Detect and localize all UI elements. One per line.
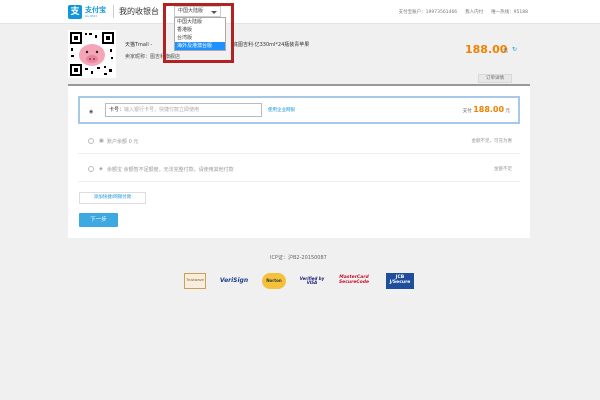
- yuebao-note: 金额不足: [494, 167, 512, 172]
- wallet-icon: ▣: [99, 138, 104, 144]
- region-option-taiwan[interactable]: 台湾版: [175, 34, 225, 42]
- alipay-logo-icon: 支: [68, 5, 82, 19]
- region-selected-value: 中国大陆版: [178, 8, 204, 14]
- selected-radio-icon[interactable]: ◉: [89, 109, 93, 115]
- balance-note: 金额不足，可充为惠: [471, 139, 513, 144]
- trustwave-badge: Trustwave: [184, 273, 206, 289]
- refresh-icon[interactable]: ↻: [512, 46, 517, 53]
- verified-by-visa-badge: Verified by VISA: [299, 275, 325, 285]
- pay-amount: 支付 188.00 元: [463, 105, 510, 114]
- region-select[interactable]: 中国大陆版: [174, 6, 221, 17]
- card-number-input[interactable]: 卡号：输入银行卡号，快捷付款立即使用: [105, 103, 262, 117]
- balance-radio[interactable]: [88, 138, 94, 144]
- chevron-down-icon: [211, 11, 217, 14]
- pay-unit: 元: [505, 109, 511, 114]
- pay-amount-value: 188.00: [473, 105, 505, 114]
- verisign-badge: VeriSign: [219, 276, 249, 284]
- bank-card-row[interactable]: ◉ 卡号：输入银行卡号，快捷付款立即使用 使用企业网银 支付 188.00 元: [78, 96, 520, 124]
- norton-badge: Norton: [262, 273, 286, 289]
- order-name-prefix: 天猫Tmall -: [125, 42, 153, 48]
- hotline-text: 唯一热线：95188: [491, 10, 528, 15]
- yuebao-radio[interactable]: [88, 166, 94, 172]
- order-amount-unit: 元: [503, 48, 509, 54]
- logo-en-name: ALIPAY: [85, 13, 98, 18]
- pay-label: 支付: [462, 109, 472, 114]
- order-detail-tab[interactable]: 订单详情: [478, 74, 512, 83]
- balance-label: 账户余额 0 元: [107, 139, 139, 145]
- enterprise-bank-link[interactable]: 使用企业网银: [268, 107, 295, 113]
- account-text: 支付宝账户：19973561466: [398, 10, 458, 15]
- logo-name: 支付宝: [85, 5, 106, 14]
- alipay-logo[interactable]: 支 支付宝 ALIPAY: [68, 4, 106, 20]
- region-option-hongkong[interactable]: 香港版: [175, 26, 225, 34]
- icp-license: ICP证：沪B2-20150087: [270, 255, 327, 261]
- order-amount: 188.00: [465, 43, 508, 56]
- yuebao-label: 余额宝 余额暂不足额度，无法完整付款，请使用其他付款: [107, 167, 234, 173]
- add-card-button[interactable]: 添加快捷/网银付款: [79, 192, 146, 204]
- account-bar: 支付宝账户：19973561466 我人内付 唯一热线：95188: [399, 9, 528, 15]
- header-divider: [113, 5, 114, 18]
- region-option-mainland[interactable]: 中国大陆版: [175, 18, 225, 26]
- page-title: 我的收银台: [119, 7, 159, 16]
- yuebao-row[interactable]: ◈ 余额宝 余额暂不足额度，无法完整付款，请使用其他付款 金额不足: [78, 158, 520, 182]
- qr-code-image: [68, 30, 116, 78]
- yuebao-icon: ◈: [99, 166, 103, 172]
- card-input-prefix: 卡号：: [109, 107, 125, 113]
- security-badges: Trustwave VeriSign Norton Verified by VI…: [184, 273, 416, 291]
- jcb-badge: JCB J/Secure: [386, 273, 414, 289]
- payment-panel: ◉ 卡号：输入银行卡号，快捷付款立即使用 使用企业网银 支付 188.00 元 …: [68, 84, 530, 238]
- login-link[interactable]: 我人内付: [465, 9, 483, 15]
- next-button[interactable]: 下一步: [79, 213, 118, 227]
- card-input-placeholder: 输入银行卡号，快捷付款立即使用: [124, 107, 200, 113]
- balance-row[interactable]: ▣ 账户余额 0 元 金额不足，可充为惠: [78, 130, 520, 154]
- order-seller: 卖家昵称：图吉利旗舰店: [125, 54, 181, 60]
- order-name-suffix: 底图吉利·亿330ml*24瓶装青苹果: [233, 42, 310, 48]
- region-option-overseas[interactable]: 海外及港澳台版: [175, 42, 225, 50]
- top-header: 支 支付宝 ALIPAY 我的收银台 中国大陆版 支付宝账户：199735614…: [0, 0, 600, 24]
- order-name: 天猫Tmall - 底图吉利·亿330ml*24瓶装青苹果: [125, 41, 309, 48]
- region-dropdown-list: 中国大陆版 香港版 台湾版 海外及港澳台版: [174, 17, 226, 51]
- mastercard-securecode-badge: MasterCard SecureCode: [338, 275, 370, 285]
